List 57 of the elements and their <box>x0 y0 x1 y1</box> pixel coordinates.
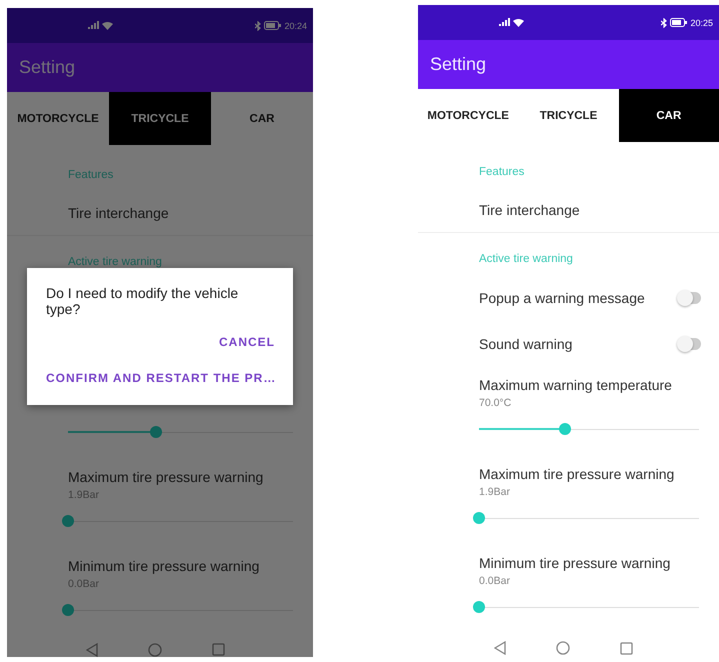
setting-label: Minimum tire pressure warning <box>479 554 672 573</box>
home-icon[interactable] <box>556 641 570 655</box>
section-header: Features <box>478 165 526 180</box>
wifi-icon <box>513 18 524 27</box>
slider-thumb[interactable] <box>62 604 74 616</box>
vehicle-tab[interactable]: MOTORCYCLE <box>7 92 109 145</box>
setting-label: Maximum tire pressure warning <box>479 465 676 484</box>
setting-value: 1.9Bar <box>68 488 100 503</box>
clock-time: 20:24 <box>284 20 307 30</box>
slider-thumb[interactable] <box>558 423 571 435</box>
vehicle-tab[interactable]: CAR <box>211 92 313 145</box>
slider[interactable] <box>473 601 699 613</box>
setting-label: Maximum tire pressure warning <box>68 468 264 487</box>
slider-thumb[interactable] <box>150 426 162 438</box>
signal-icon <box>498 18 510 27</box>
toggle-switch[interactable] <box>679 338 701 350</box>
signal-icon <box>87 21 99 30</box>
battery-icon <box>264 21 282 30</box>
back-icon[interactable] <box>494 641 506 655</box>
slider[interactable] <box>62 515 293 527</box>
slider[interactable] <box>62 604 293 616</box>
section-header: Active tire warning <box>67 255 163 270</box>
recents-icon[interactable] <box>212 643 224 656</box>
setting-label: Minimum tire pressure warning <box>68 557 260 576</box>
setting-label: Sound warning <box>479 336 572 352</box>
slider-thumb[interactable] <box>473 601 485 613</box>
home-icon[interactable] <box>148 642 162 656</box>
setting-label: Maximum warning temperature <box>479 376 673 395</box>
wifi-icon <box>102 21 113 30</box>
vehicle-tab[interactable]: MOTORCYCLE <box>418 89 518 142</box>
setting-value: 70.0°C <box>479 396 512 411</box>
setting-value: 1.9Bar <box>479 485 511 500</box>
setting-value: 0.0Bar <box>68 577 100 592</box>
dialog-button[interactable]: CONFIRM AND RESTART THE PR… <box>46 369 276 387</box>
battery-icon <box>670 18 688 27</box>
clock-time: 20:25 <box>690 18 713 28</box>
slider-thumb[interactable] <box>62 515 74 527</box>
settings-item[interactable]: Tire interchange <box>418 188 719 233</box>
bluetooth-icon <box>661 18 668 28</box>
dialog-button[interactable]: CANCEL <box>219 333 275 351</box>
bluetooth-icon <box>255 20 262 30</box>
vehicle-tab[interactable]: TRICYCLE <box>518 89 619 142</box>
vehicle-tab[interactable]: CAR <box>618 89 719 142</box>
setting-value: 0.0Bar <box>479 574 511 589</box>
section-header: Active tire warning <box>478 252 574 267</box>
toggle-switch[interactable] <box>679 292 701 304</box>
app-title: Setting <box>430 54 486 75</box>
recents-icon[interactable] <box>620 642 633 654</box>
settings-item[interactable]: Tire interchange <box>7 191 313 236</box>
setting-label: Popup a warning message <box>479 290 645 306</box>
slider[interactable] <box>473 512 699 524</box>
dialog-message: Do I need to modify the vehicle type? <box>46 285 240 317</box>
app-title: Setting <box>19 57 76 78</box>
back-icon[interactable] <box>86 642 98 656</box>
vehicle-tab[interactable]: TRICYCLE <box>109 92 211 145</box>
section-header: Features <box>67 168 114 183</box>
slider-thumb[interactable] <box>473 512 485 524</box>
